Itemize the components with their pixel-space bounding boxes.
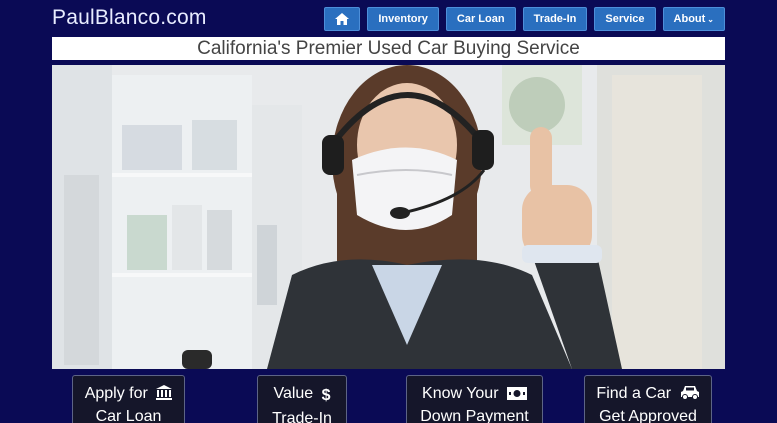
cash-icon bbox=[506, 387, 527, 400]
site-logo[interactable]: PaulBlanco.com bbox=[52, 6, 207, 30]
main-nav: Inventory Car Loan Trade-In Service Abou… bbox=[324, 7, 725, 31]
home-icon bbox=[335, 13, 350, 25]
hero-photo bbox=[52, 65, 725, 369]
apply-car-loan-button[interactable]: Apply for Car Loan bbox=[72, 375, 185, 423]
car-icon bbox=[680, 386, 699, 400]
chevron-down-icon: ⌄ bbox=[707, 14, 714, 24]
cta-line1: Apply for bbox=[84, 385, 148, 402]
nav-trade-in[interactable]: Trade-In bbox=[522, 7, 588, 31]
cta-line1: Find a Car bbox=[596, 385, 672, 402]
cta-line2: Trade-In bbox=[272, 410, 332, 423]
cta-row: Apply for Car Loan Value $ Trade-In Know… bbox=[0, 375, 777, 423]
nav-about[interactable]: About ⌄ bbox=[662, 7, 725, 31]
cta-line1: Know Your bbox=[422, 385, 499, 402]
cta-line2: Down Payment bbox=[420, 408, 529, 423]
nav-inventory[interactable]: Inventory bbox=[367, 7, 439, 31]
cta-line2: Car Loan bbox=[95, 408, 162, 423]
hero-image bbox=[52, 65, 725, 369]
value-trade-in-button[interactable]: Value $ Trade-In bbox=[257, 375, 347, 423]
nav-car-loan[interactable]: Car Loan bbox=[445, 7, 516, 31]
dollar-icon: $ bbox=[321, 387, 331, 404]
nav-home-button[interactable] bbox=[324, 7, 361, 31]
nav-about-label: About bbox=[673, 13, 706, 25]
nav-service[interactable]: Service bbox=[594, 7, 656, 31]
bank-icon bbox=[156, 385, 173, 400]
down-payment-button[interactable]: Know Your Down Payment bbox=[406, 375, 543, 423]
cta-line2: Get Approved bbox=[599, 408, 697, 423]
cta-line1: Value bbox=[273, 385, 314, 402]
find-car-button[interactable]: Find a Car Get Approved bbox=[584, 375, 712, 423]
tagline-banner: California's Premier Used Car Buying Ser… bbox=[52, 37, 725, 60]
